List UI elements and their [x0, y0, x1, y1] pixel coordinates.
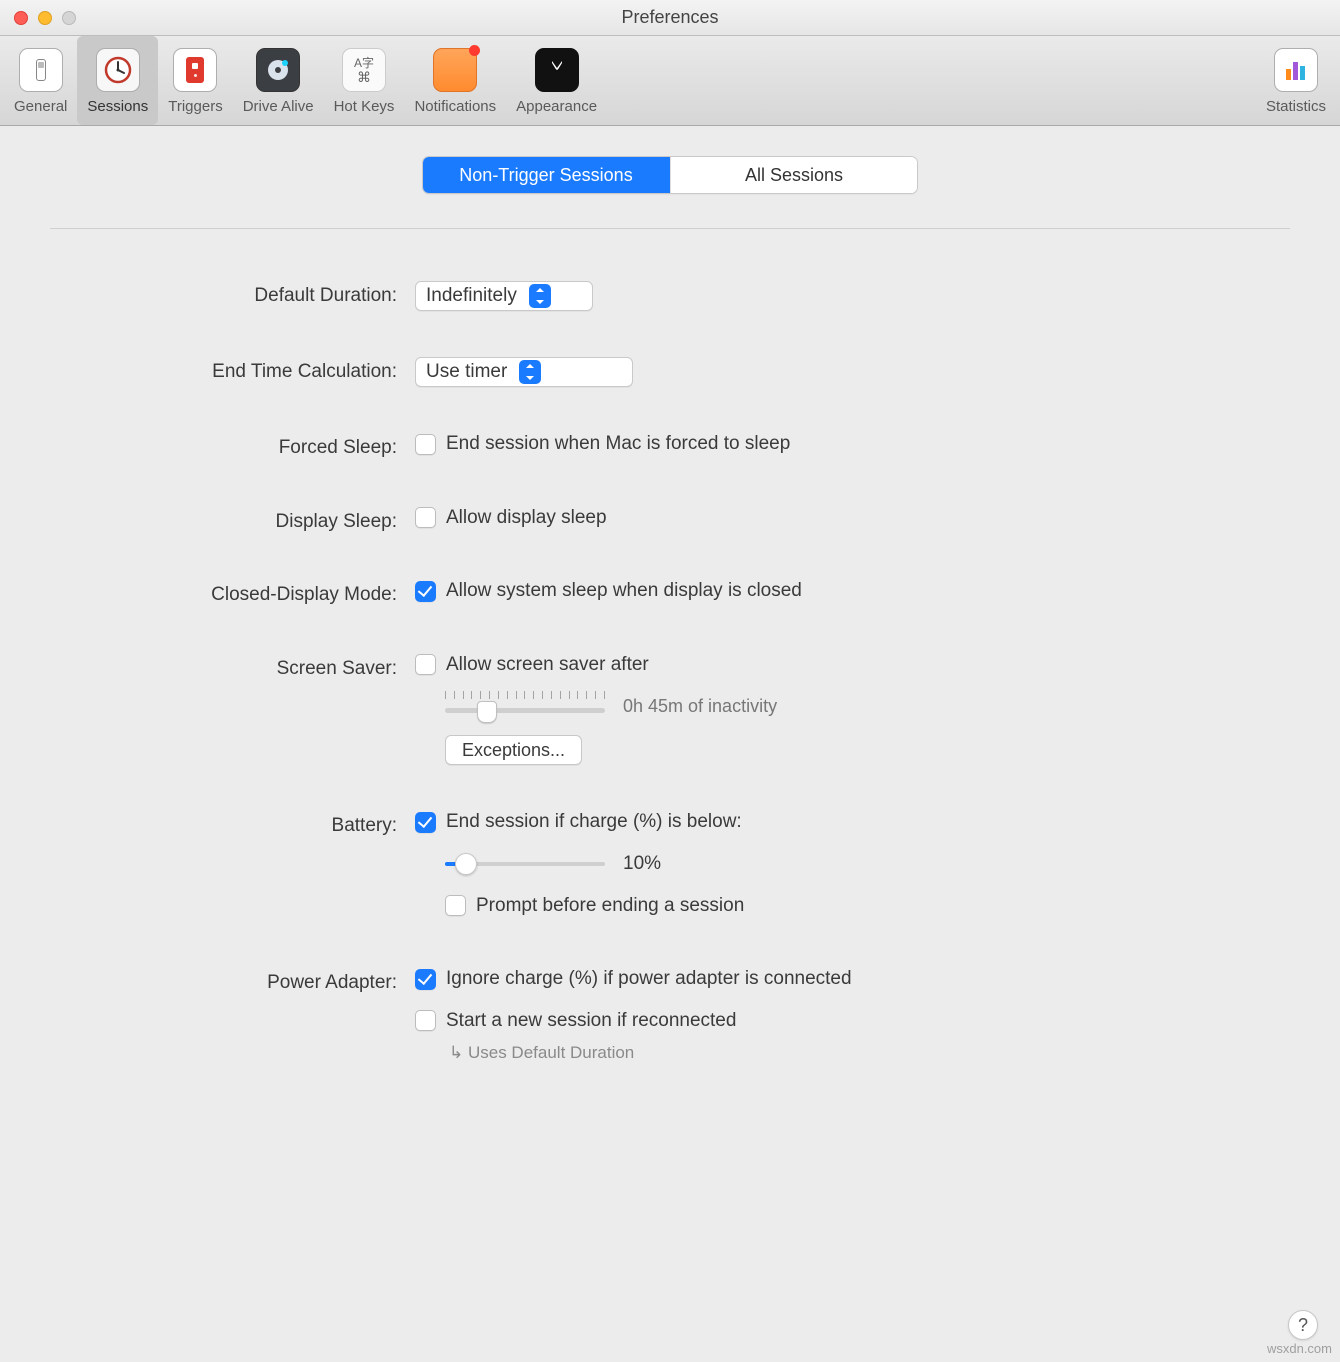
- closed-display-mode-label: Closed-Display Mode:: [120, 580, 415, 606]
- toolbar-item-triggers[interactable]: Triggers: [158, 36, 232, 125]
- battery-threshold-slider[interactable]: [445, 853, 605, 875]
- toolbar-item-appearance[interactable]: Appearance: [506, 36, 607, 125]
- checkbox-checked-icon: [415, 969, 436, 990]
- badge-dot-icon: [469, 45, 480, 56]
- closed-display-checkbox[interactable]: Allow system sleep when display is close…: [415, 580, 802, 602]
- allow-display-sleep-checkbox[interactable]: Allow display sleep: [415, 507, 607, 529]
- screen-saver-delay-readout: 0h 45m of inactivity: [623, 696, 777, 717]
- end-time-calculation-label: End Time Calculation:: [120, 357, 415, 383]
- slider-knob-icon: [455, 853, 477, 875]
- checkbox-icon: [415, 507, 436, 528]
- power-ignore-charge-checkbox[interactable]: Ignore charge (%) if power adapter is co…: [415, 968, 852, 990]
- checkbox-checked-icon: [415, 812, 436, 833]
- screen-saver-exceptions-button[interactable]: Exceptions...: [445, 735, 582, 765]
- toolbar-item-statistics[interactable]: Statistics: [1256, 36, 1336, 125]
- chevron-up-down-icon: [529, 284, 551, 308]
- power-resume-note: ↳ Uses Default Duration: [419, 1037, 1220, 1063]
- trigger-switch-icon: [173, 48, 217, 92]
- divider: [50, 228, 1290, 229]
- bar-chart-icon: [1274, 48, 1318, 92]
- battery-prompt-checkbox[interactable]: Prompt before ending a session: [445, 895, 744, 917]
- battery-threshold-readout: 10%: [623, 853, 661, 875]
- toolbar-item-hot-keys[interactable]: A字 ⌘ Hot Keys: [324, 36, 405, 125]
- screen-saver-label: Screen Saver:: [120, 654, 415, 680]
- tuxedo-icon: [535, 48, 579, 92]
- default-duration-popup[interactable]: Indefinitely: [415, 281, 593, 311]
- watermark: wsxdn.com: [1267, 1341, 1332, 1356]
- allow-screen-saver-checkbox[interactable]: Allow screen saver after: [415, 654, 649, 676]
- chevron-up-down-icon: [519, 360, 541, 384]
- checkbox-icon: [445, 895, 466, 916]
- default-duration-label: Default Duration:: [120, 281, 415, 307]
- display-sleep-label: Display Sleep:: [120, 507, 415, 533]
- preferences-pane: Non-Trigger Sessions All Sessions Defaul…: [0, 126, 1340, 1115]
- titlebar: Preferences: [0, 0, 1340, 36]
- battery-end-session-checkbox[interactable]: End session if charge (%) is below:: [415, 811, 742, 833]
- notification-icon: [433, 48, 477, 92]
- battery-label: Battery:: [120, 811, 415, 837]
- window-title: Preferences: [0, 7, 1340, 28]
- forced-sleep-checkbox[interactable]: End session when Mac is forced to sleep: [415, 433, 790, 455]
- checkbox-checked-icon: [415, 581, 436, 602]
- clock-icon: [96, 48, 140, 92]
- checkbox-icon: [415, 1010, 436, 1031]
- checkbox-icon: [415, 434, 436, 455]
- session-scope-segmented-control: Non-Trigger Sessions All Sessions: [422, 156, 918, 194]
- toggle-icon: [19, 48, 63, 92]
- slider-knob-icon: [477, 701, 497, 723]
- toolbar-item-sessions[interactable]: Sessions: [77, 36, 158, 125]
- power-adapter-label: Power Adapter:: [120, 968, 415, 994]
- drive-icon: [256, 48, 300, 92]
- question-mark-icon: ?: [1298, 1315, 1308, 1336]
- screen-saver-delay-slider[interactable]: [445, 691, 605, 721]
- end-time-calculation-popup[interactable]: Use timer: [415, 357, 633, 387]
- keyboard-icon: A字 ⌘: [342, 48, 386, 92]
- help-button[interactable]: ?: [1288, 1310, 1318, 1340]
- toolbar-item-drive-alive[interactable]: Drive Alive: [233, 36, 324, 125]
- segment-non-trigger-sessions[interactable]: Non-Trigger Sessions: [423, 157, 670, 193]
- toolbar-item-general[interactable]: General: [4, 36, 77, 125]
- segment-all-sessions[interactable]: All Sessions: [670, 157, 917, 193]
- power-resume-session-checkbox[interactable]: Start a new session if reconnected: [415, 1010, 736, 1032]
- checkbox-icon: [415, 654, 436, 675]
- toolbar: General Sessions Triggers Drive Alive A字…: [0, 36, 1340, 126]
- toolbar-item-notifications[interactable]: Notifications: [404, 36, 506, 125]
- forced-sleep-label: Forced Sleep:: [120, 433, 415, 459]
